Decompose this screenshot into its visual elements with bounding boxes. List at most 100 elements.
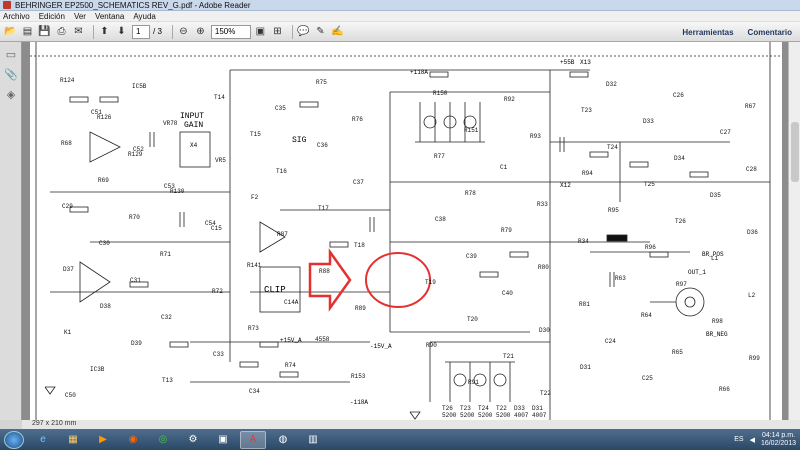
zoom-out-icon[interactable]: ⊖: [177, 25, 190, 38]
adobe-reader-task[interactable]: A: [240, 430, 266, 449]
menu-edicion[interactable]: Edición: [39, 12, 65, 21]
component-label: R95: [608, 207, 619, 214]
adobe-reader-window: BEHRINGER EP2500_SCHEMATICS REV_G.pdf - …: [0, 0, 800, 450]
component-label: R67: [745, 103, 756, 110]
transistor-label: 5200: [460, 412, 475, 419]
component-label: C26: [673, 92, 684, 99]
component-label: T26: [675, 218, 686, 225]
plus118-label: +118A: [410, 69, 428, 76]
comment-icon[interactable]: 💬: [297, 25, 310, 38]
zoom-in-icon[interactable]: ⊕: [194, 25, 207, 38]
component-label: R74: [285, 362, 296, 369]
component-label: IC5B: [132, 83, 147, 90]
component-label: R75: [316, 79, 327, 86]
sign-icon[interactable]: ✍: [331, 25, 344, 38]
comment-button[interactable]: Comentario: [748, 28, 792, 37]
transistor-label: 5200: [442, 412, 457, 419]
clock[interactable]: 04:14 p.m. 16/02/2013: [761, 432, 796, 448]
fit-page-icon[interactable]: ▣: [254, 25, 267, 38]
menu-ventana[interactable]: Ventana: [95, 12, 124, 21]
menu-archivo[interactable]: Archivo: [3, 12, 30, 21]
pages-icon[interactable]: ▭: [4, 48, 18, 62]
zoom-select[interactable]: 150%: [210, 24, 251, 39]
component-label: R141: [247, 262, 262, 269]
component-label: T23: [581, 107, 592, 114]
component-label: C31: [130, 277, 141, 284]
transistor-label: 4007: [532, 412, 547, 419]
navigation-panel: ▭ 📎 ◈: [0, 42, 22, 420]
start-button[interactable]: [4, 430, 24, 449]
open-icon[interactable]: 📂: [4, 25, 17, 38]
app-icon[interactable]: ▣: [210, 431, 236, 449]
component-label: C24: [605, 338, 616, 345]
component-label: D37: [63, 266, 74, 273]
clock-time: 04:14 p.m.: [761, 431, 796, 439]
transistor-label: T26: [442, 405, 453, 412]
minus15-label: -15V_A: [370, 343, 392, 350]
status-bar: 297 x 210 mm: [22, 420, 800, 429]
language-indicator[interactable]: ES: [734, 436, 743, 443]
component-label: C34: [249, 388, 260, 395]
component-label: C32: [161, 314, 172, 321]
input-gain-label: INPUT: [180, 112, 204, 121]
prev-page-icon[interactable]: ⬆: [98, 25, 111, 38]
print-icon[interactable]: ⎙: [55, 25, 68, 38]
component-label: R153: [351, 373, 366, 380]
create-icon[interactable]: ▤: [21, 25, 34, 38]
fit-width-icon[interactable]: ⊞: [271, 25, 284, 38]
system-tray: ES ◀ 04:14 p.m. 16/02/2013: [734, 429, 796, 450]
component-label: K1: [64, 329, 72, 336]
transistor-label: 5200: [496, 412, 511, 419]
clip-label: CLIP: [264, 285, 286, 295]
next-page-icon[interactable]: ⬇: [115, 25, 128, 38]
vertical-scrollbar[interactable]: [788, 42, 800, 420]
save-icon[interactable]: 💾: [38, 25, 51, 38]
component-label: R151: [464, 127, 479, 134]
red-arrow-annotation: [308, 248, 352, 312]
ie-icon[interactable]: e: [30, 431, 56, 449]
network-icon[interactable]: ⚙: [180, 431, 206, 449]
photo-icon[interactable]: ◍: [270, 431, 296, 449]
menu-ver[interactable]: Ver: [74, 12, 86, 21]
component-label: C1: [500, 164, 508, 171]
adobe-icon: [3, 1, 11, 9]
layers-icon[interactable]: ◈: [4, 88, 18, 102]
component-label: C33: [213, 351, 224, 358]
sig-label: SIG: [292, 136, 307, 145]
component-label: T16: [276, 168, 287, 175]
media-player-icon[interactable]: ▶: [90, 431, 116, 449]
schematic-page: R124 R126 R129 R130 C15 R141 C14A 4558 R153 R150 R…: [30, 42, 782, 420]
highlight-icon[interactable]: ✎: [314, 25, 327, 38]
explorer-icon[interactable]: ▦: [60, 431, 86, 449]
component-label: C36: [317, 142, 328, 149]
component-label: T17: [318, 205, 329, 212]
chrome-icon[interactable]: ◎: [150, 431, 176, 449]
firefox-icon[interactable]: ◉: [120, 431, 146, 449]
component-label: D31: [580, 364, 591, 371]
component-label: C52: [133, 146, 144, 153]
component-label: R34: [578, 238, 589, 245]
folder-icon[interactable]: ▥: [300, 431, 326, 449]
component-label: C54: [205, 220, 216, 227]
component-label: C39: [466, 253, 477, 260]
input-gain-label-2: GAIN: [184, 121, 203, 130]
transistor-label: D31: [532, 405, 543, 412]
menu-ayuda[interactable]: Ayuda: [133, 12, 156, 21]
component-label: R81: [579, 301, 590, 308]
br-pos-label: BR_POS: [702, 251, 724, 258]
email-icon[interactable]: ✉: [72, 25, 85, 38]
component-label: T21: [503, 353, 514, 360]
scroll-thumb[interactable]: [791, 122, 799, 182]
component-label: C28: [746, 166, 757, 173]
menu-bar: Archivo Edición Ver Ventana Ayuda: [0, 11, 800, 22]
red-circle-annotation: [365, 252, 431, 308]
component-label: R68: [61, 140, 72, 147]
attachments-icon[interactable]: 📎: [4, 68, 18, 82]
page-number-input[interactable]: 1: [132, 24, 150, 39]
volume-icon[interactable]: ◀: [750, 436, 755, 444]
component-label: T18: [354, 242, 365, 249]
component-label: R88: [319, 268, 330, 275]
component-label: R33: [537, 201, 548, 208]
component-label: T13: [162, 377, 173, 384]
tools-button[interactable]: Herramientas: [682, 28, 733, 37]
